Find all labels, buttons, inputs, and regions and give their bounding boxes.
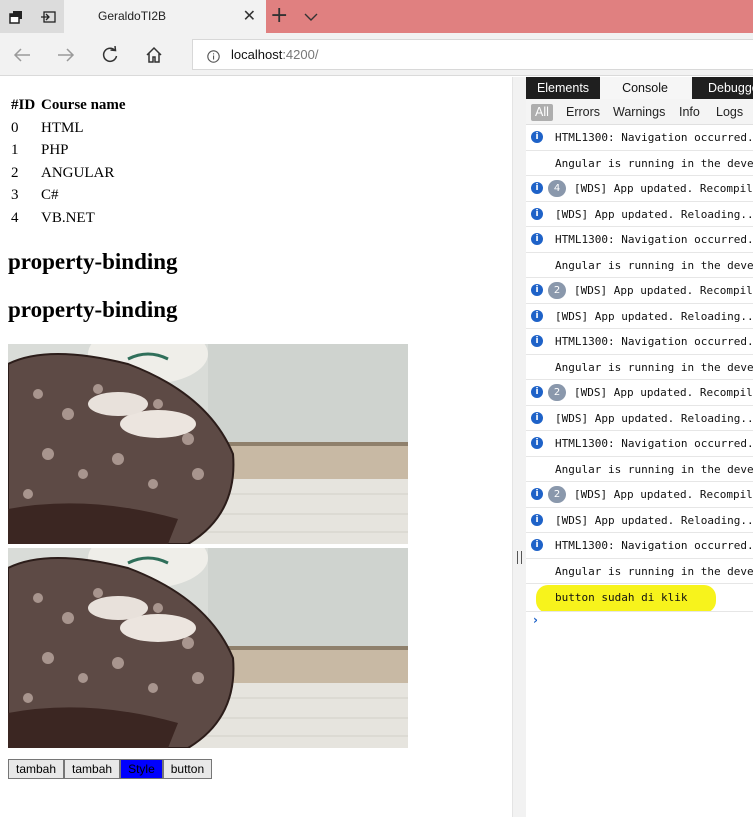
console-message[interactable]: i HTML1300: Navigation occurred.	[526, 125, 753, 151]
console-message[interactable]: i2[WDS] App updated. Recompiling...	[526, 278, 753, 304]
table-row: 4 VB.NET	[9, 207, 126, 230]
info-icon: i	[531, 513, 543, 526]
repeat-count-badge: 2	[548, 282, 566, 299]
cell-id: 4	[11, 209, 19, 226]
console-message[interactable]: i [WDS] App updated. Reloading...	[526, 406, 753, 431]
page-viewport: #ID Course name 0 HTML 1 PHP 2 ANGULAR 3…	[0, 77, 512, 817]
url-host: localhost	[231, 47, 283, 62]
filter-info[interactable]: Info	[676, 104, 703, 121]
console-prompt[interactable]: ›	[526, 612, 753, 632]
info-icon: i	[531, 182, 543, 194]
devtools-splitter[interactable]	[512, 77, 526, 817]
course-table: #ID Course name 0 HTML 1 PHP 2 ANGULAR 3…	[9, 97, 126, 230]
filter-all[interactable]: All	[531, 104, 553, 121]
tab-manager-icon[interactable]	[0, 0, 32, 33]
tab-debugger[interactable]: Debugger	[692, 77, 753, 99]
info-icon: i	[531, 539, 543, 551]
info-icon: i	[531, 284, 543, 296]
info-icon[interactable]	[207, 48, 220, 67]
table-row: 0 HTML	[9, 117, 126, 140]
console-message[interactable]: Angular is running in the development mo…	[526, 457, 753, 482]
close-tab-icon[interactable]: ✕	[243, 6, 256, 25]
chevron-right-icon: ›	[533, 613, 538, 627]
console-message[interactable]: Angular is running in the development mo…	[526, 355, 753, 380]
console-message[interactable]: i HTML1300: Navigation occurred.	[526, 431, 753, 457]
info-icon: i	[531, 309, 543, 322]
browser-tab[interactable]: GeraldoTI2B ✕	[64, 0, 266, 33]
cell-id: 3	[11, 187, 19, 204]
back-arrow-icon[interactable]	[9, 42, 35, 68]
repeat-count-badge: 4	[548, 180, 566, 197]
console-filter-bar: All Errors Warnings Info Logs	[526, 99, 753, 125]
navigation-bar: localhost:4200/	[0, 33, 753, 76]
tab-console[interactable]: Console	[600, 77, 690, 99]
info-icon: i	[531, 233, 543, 245]
devtools-tabs: Elements Console Debugger	[526, 77, 753, 99]
devtools-panel: Elements Console Debugger All Errors War…	[526, 77, 753, 817]
console-message[interactable]: i HTML1300: Navigation occurred.	[526, 227, 753, 253]
set-aside-tabs-icon[interactable]	[32, 0, 64, 33]
console-message[interactable]: Angular is running in the development mo…	[526, 253, 753, 278]
photo-image	[8, 344, 408, 544]
console-message[interactable]: i [WDS] App updated. Reloading...	[526, 202, 753, 227]
url-port: :4200/	[282, 47, 319, 62]
button-row: tambah tambah Style button	[8, 759, 213, 779]
info-icon: i	[531, 437, 543, 449]
column-header-id: #ID	[11, 97, 36, 113]
console-message[interactable]: i2[WDS] App updated. Recompiling...	[526, 380, 753, 406]
console-message[interactable]: i HTML1300: Navigation occurred.	[526, 533, 753, 559]
filter-warnings[interactable]: Warnings	[610, 104, 668, 121]
console-message[interactable]: Angular is running in the development mo…	[526, 151, 753, 176]
table-header-row: #ID Course name	[9, 97, 126, 117]
property-binding-heading: property-binding	[8, 249, 178, 274]
home-icon[interactable]	[141, 42, 167, 68]
tab-elements[interactable]: Elements	[526, 77, 600, 99]
console-message[interactable]: Angular is running in the development mo…	[526, 559, 753, 584]
console-message[interactable]: i [WDS] App updated. Reloading...	[526, 508, 753, 533]
cell-course-name: ANGULAR	[41, 164, 115, 181]
table-row: 2 ANGULAR	[9, 162, 126, 185]
property-binding-heading: property-binding	[8, 297, 178, 322]
info-icon: i	[531, 488, 543, 500]
tambah-button[interactable]: tambah	[64, 759, 121, 779]
cell-id: 2	[11, 164, 19, 181]
tab-title: GeraldoTI2B	[98, 9, 167, 23]
repeat-count-badge: 2	[548, 486, 566, 503]
url-text: localhost:4200/	[231, 47, 318, 62]
info-icon: i	[531, 411, 543, 424]
info-icon: i	[531, 335, 543, 347]
tab-bar: GeraldoTI2B ✕ +	[0, 0, 753, 33]
cell-course-name: C#	[41, 187, 59, 204]
refresh-icon[interactable]	[97, 42, 123, 68]
info-icon: i	[531, 131, 543, 143]
table-row: 3 C#	[9, 185, 126, 208]
console-output: i HTML1300: Navigation occurred. Angular …	[526, 125, 753, 632]
repeat-count-badge: 2	[548, 384, 566, 401]
address-bar[interactable]: localhost:4200/	[192, 39, 753, 70]
filter-logs[interactable]: Logs	[713, 104, 746, 121]
filter-errors[interactable]: Errors	[563, 104, 603, 121]
cell-id: 1	[11, 142, 19, 159]
photo-image	[8, 548, 408, 748]
console-message[interactable]: i [WDS] App updated. Reloading...	[526, 304, 753, 329]
info-icon: i	[531, 207, 543, 220]
style-button[interactable]: Style	[120, 759, 163, 779]
cell-course-name: PHP	[41, 142, 69, 159]
chevron-down-icon[interactable]	[304, 7, 318, 26]
console-message-highlighted[interactable]: button sudah di klik	[526, 584, 753, 612]
info-icon: i	[531, 386, 543, 398]
cell-course-name: HTML	[41, 119, 84, 136]
console-message[interactable]: i HTML1300: Navigation occurred.	[526, 329, 753, 355]
console-message[interactable]: i2[WDS] App updated. Recompiling...	[526, 482, 753, 508]
drag-handle-icon[interactable]	[517, 551, 522, 564]
new-tab-icon[interactable]: +	[270, 3, 288, 29]
column-header-course-name: Course name	[41, 97, 126, 113]
console-message[interactable]: i4[WDS] App updated. Recompiling...	[526, 176, 753, 202]
tambah-button[interactable]: tambah	[8, 759, 65, 779]
forward-arrow-icon[interactable]	[53, 42, 79, 68]
cell-id: 0	[11, 119, 19, 136]
cell-course-name: VB.NET	[41, 209, 95, 226]
button-button[interactable]: button	[162, 759, 213, 779]
table-row: 1 PHP	[9, 140, 126, 163]
